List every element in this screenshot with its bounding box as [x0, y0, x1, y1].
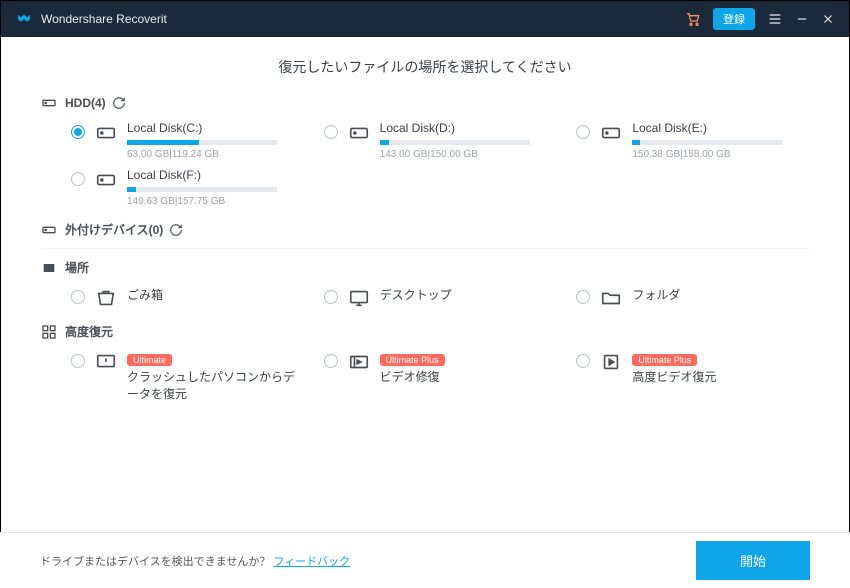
advanced-icon	[41, 324, 57, 340]
radio[interactable]	[576, 125, 590, 139]
footer: ドライブまたはデバイスを検出できませんか？ フィードバック 開始	[0, 532, 850, 588]
section-hdd: HDD(4)	[41, 95, 809, 111]
place-icon	[600, 287, 622, 309]
page-headline: 復元したいファイルの場所を選択してください	[1, 57, 849, 77]
section-places-label: 場所	[65, 259, 89, 276]
disk-item[interactable]: Local Disk(F:) 149.63 GB|157.75 GB	[71, 168, 304, 207]
disk-label: Local Disk(E:)	[632, 121, 809, 135]
disk-item[interactable]: Local Disk(E:) 150.38 GB|158.00 GB	[576, 121, 809, 160]
menu-icon[interactable]	[767, 11, 783, 27]
section-advanced-label: 高度復元	[65, 323, 113, 340]
usage-bar	[127, 140, 277, 145]
advanced-label: ビデオ修復	[380, 368, 557, 385]
advanced-icon	[600, 351, 622, 373]
place-label: デスクトップ	[380, 286, 557, 303]
divider	[41, 248, 809, 249]
disk-icon	[95, 169, 117, 191]
places-icon	[41, 260, 57, 276]
section-external: 外付けデバイス(0)	[41, 221, 809, 238]
refresh-hdd-icon[interactable]	[112, 96, 126, 110]
cart-icon[interactable]	[685, 11, 701, 27]
minimize-icon[interactable]	[795, 12, 809, 26]
tier-badge: Ultimate Plus	[380, 354, 445, 366]
disk-sub: 63.00 GB|119.24 GB	[127, 149, 304, 160]
advanced-label: クラッシュしたパソコンからデータを復元	[127, 368, 304, 402]
disk-item[interactable]: Local Disk(D:) 143.00 GB|150.00 GB	[324, 121, 557, 160]
disk-icon	[95, 122, 117, 144]
tier-badge: Ultimate	[127, 354, 172, 366]
external-icon	[41, 222, 57, 238]
radio[interactable]	[71, 125, 85, 139]
disk-label: Local Disk(C:)	[127, 121, 304, 135]
place-icon	[95, 287, 117, 309]
radio[interactable]	[71, 290, 85, 304]
place-label: ごみ箱	[127, 286, 304, 303]
radio[interactable]	[71, 172, 85, 186]
start-button[interactable]: 開始	[696, 541, 810, 580]
usage-bar	[632, 140, 782, 145]
section-advanced: 高度復元	[41, 323, 809, 340]
advanced-label: 高度ビデオ復元	[632, 368, 809, 385]
radio[interactable]	[576, 290, 590, 304]
app-title: Wondershare Recoverit	[41, 12, 673, 26]
titlebar: Wondershare Recoverit 登録	[1, 1, 849, 37]
refresh-external-icon[interactable]	[169, 223, 183, 237]
disk-label: Local Disk(F:)	[127, 168, 304, 182]
place-item[interactable]: ごみ箱	[71, 286, 304, 309]
disk-label: Local Disk(D:)	[380, 121, 557, 135]
footer-text: ドライブまたはデバイスを検出できませんか？ フィードバック	[40, 553, 350, 569]
hdd-icon	[41, 95, 57, 111]
disk-item[interactable]: Local Disk(C:) 63.00 GB|119.24 GB	[71, 121, 304, 160]
section-hdd-label: HDD(4)	[65, 96, 106, 110]
radio[interactable]	[71, 354, 85, 368]
advanced-icon	[95, 351, 117, 373]
advanced-icon	[348, 351, 370, 373]
disk-icon	[348, 122, 370, 144]
radio[interactable]	[324, 290, 338, 304]
advanced-item[interactable]: Ultimate Plus ビデオ修復	[324, 350, 557, 402]
disk-icon	[600, 122, 622, 144]
usage-bar	[380, 140, 530, 145]
place-item[interactable]: デスクトップ	[324, 286, 557, 309]
disk-sub: 149.63 GB|157.75 GB	[127, 196, 304, 207]
section-external-label: 外付けデバイス(0)	[65, 221, 163, 238]
radio[interactable]	[324, 125, 338, 139]
place-item[interactable]: フォルダ	[576, 286, 809, 309]
radio[interactable]	[324, 354, 338, 368]
radio[interactable]	[576, 354, 590, 368]
advanced-item[interactable]: Ultimate Plus 高度ビデオ復元	[576, 350, 809, 402]
disk-sub: 143.00 GB|150.00 GB	[380, 149, 557, 160]
advanced-item[interactable]: Ultimate クラッシュしたパソコンからデータを復元	[71, 350, 304, 402]
disk-sub: 150.38 GB|158.00 GB	[632, 149, 809, 160]
close-icon[interactable]	[821, 12, 835, 26]
app-logo-icon	[15, 10, 33, 28]
feedback-link[interactable]: フィードバック	[273, 556, 350, 568]
place-label: フォルダ	[632, 286, 809, 303]
section-places: 場所	[41, 259, 809, 276]
tier-badge: Ultimate Plus	[632, 354, 697, 366]
register-button[interactable]: 登録	[713, 8, 755, 30]
usage-bar	[127, 187, 277, 192]
place-icon	[348, 287, 370, 309]
